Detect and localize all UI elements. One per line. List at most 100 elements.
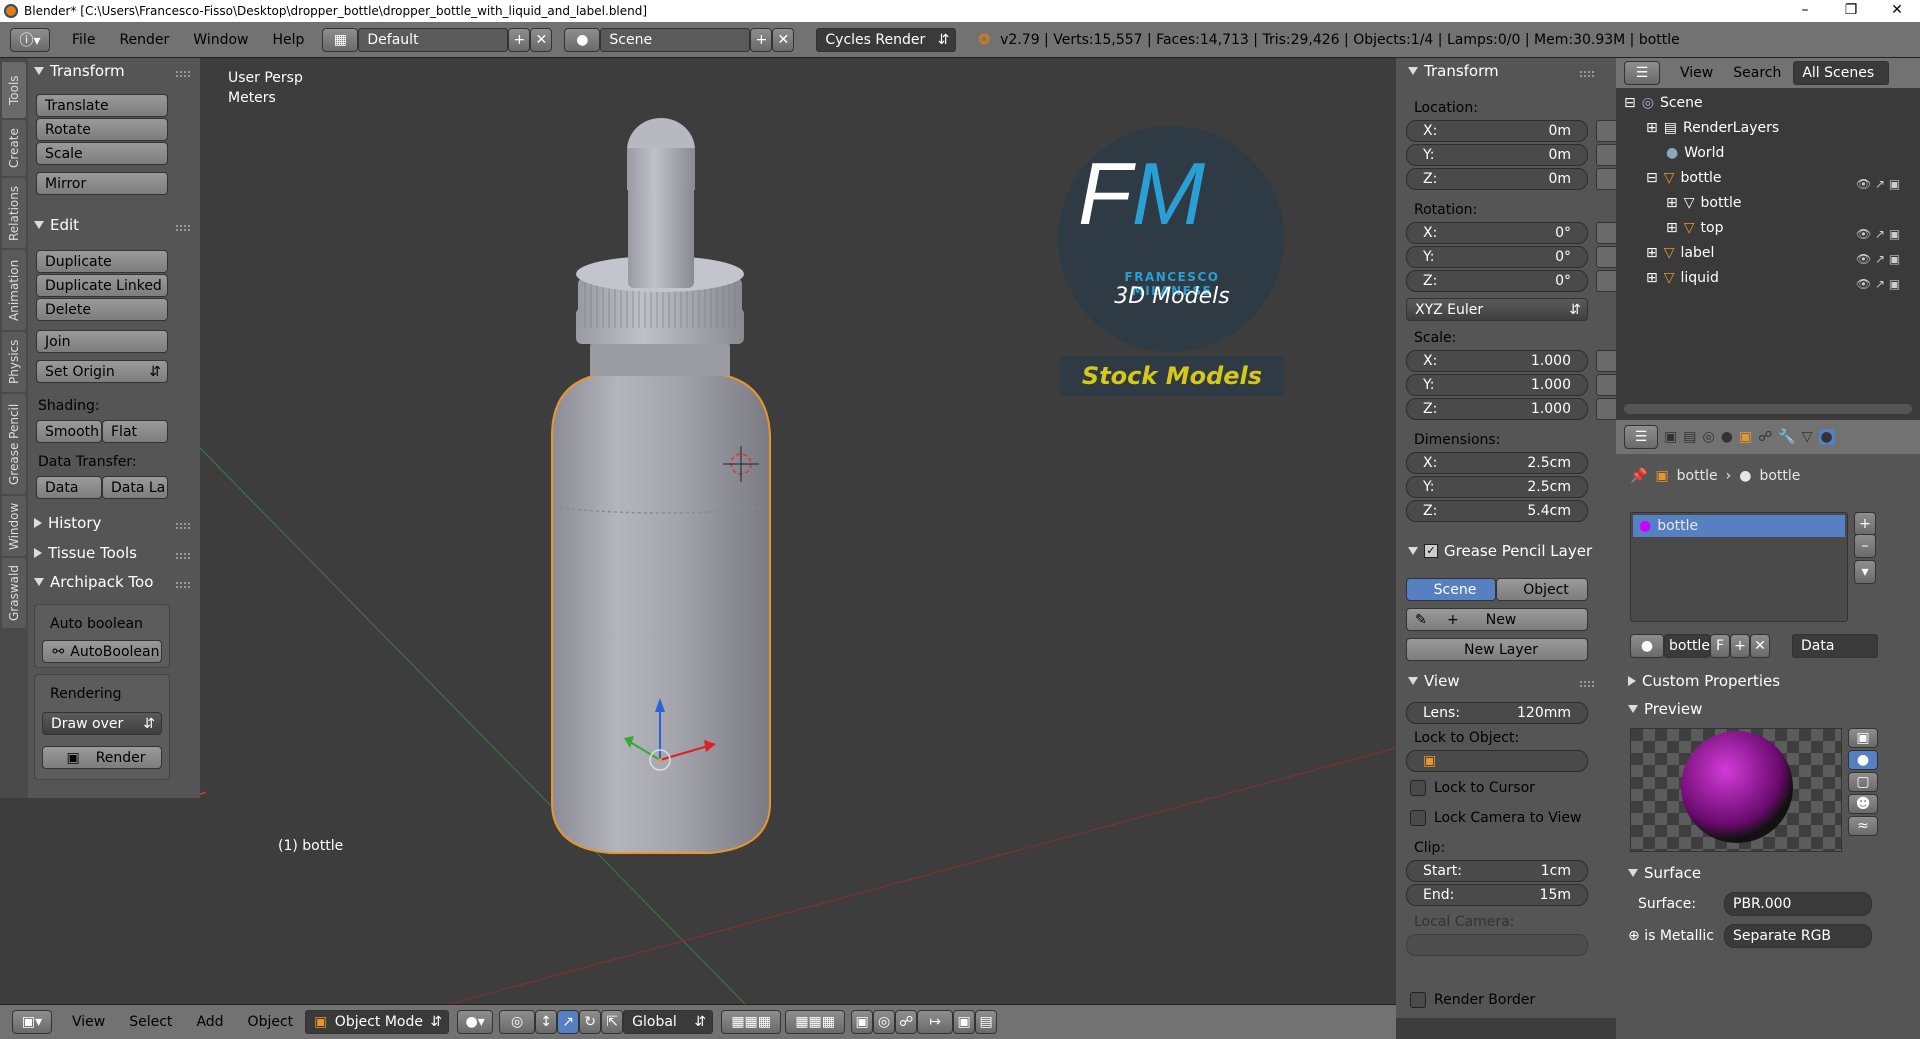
material-name-field[interactable]: bottle — [1664, 634, 1710, 658]
outliner-item-bottle[interactable]: ⊟ ▽ bottle — [1646, 167, 1721, 189]
lock-icon[interactable] — [1596, 168, 1616, 190]
drag-grip-icon[interactable] — [1580, 71, 1594, 77]
drag-grip-icon[interactable] — [176, 553, 190, 559]
duplicate-button[interactable]: Duplicate — [36, 250, 168, 273]
viewport-editor-icon[interactable]: ▣▾ — [12, 1010, 52, 1034]
tissue-panel-header[interactable]: Tissue Tools — [34, 544, 137, 562]
outliner-scrollbar[interactable] — [1624, 404, 1912, 414]
lock-object-field[interactable]: ▣ — [1406, 750, 1588, 772]
add-layout-icon[interactable]: + — [508, 27, 531, 52]
fake-user-button[interactable]: F — [1710, 634, 1730, 658]
archipack-panel-header[interactable]: Archipack Too — [34, 573, 153, 591]
lock-icon[interactable] — [1596, 398, 1616, 420]
custom-properties-header[interactable]: Custom Properties — [1628, 672, 1780, 690]
clip-start-field[interactable]: Start: 1cm — [1406, 860, 1588, 882]
dimension-z-field[interactable]: Z: 5.4cm — [1406, 500, 1588, 522]
drag-grip-icon[interactable] — [176, 523, 190, 529]
lock-camera-checkbox[interactable] — [1410, 810, 1426, 826]
drag-grip-icon[interactable] — [176, 71, 190, 77]
gp-new-layer-button[interactable]: New Layer — [1406, 638, 1588, 661]
data-button[interactable]: Data — [36, 476, 102, 499]
lock-icon[interactable] — [1596, 120, 1616, 142]
new-material-icon[interactable]: + — [1730, 634, 1750, 658]
drag-grip-icon[interactable] — [176, 582, 190, 588]
object-tab-icon[interactable]: ▣ — [1739, 429, 1752, 445]
transform-n-header[interactable]: Transform — [1408, 62, 1499, 80]
gp-new-button[interactable]: ✎ + New — [1406, 608, 1588, 631]
editor-type-button[interactable]: ⓘ▾ — [10, 27, 50, 52]
add-slot-icon[interactable]: + — [1854, 512, 1876, 536]
menu-select[interactable]: Select — [117, 1014, 184, 1030]
clip-end-field[interactable]: End: 15m — [1406, 884, 1588, 906]
scale-button[interactable]: Scale — [36, 142, 168, 165]
modifiers-tab-icon[interactable]: 🔧 — [1778, 429, 1795, 445]
location-z-field[interactable]: Z: 0m — [1406, 168, 1588, 190]
eye-icon[interactable]: 👁 ↗ ▣ — [1856, 222, 1900, 247]
material-browse-icon[interactable]: ● — [1630, 634, 1664, 658]
visibility-icons[interactable]: 👁 ↗ ▣ 👁 ↗ ▣ 👁 ↗ ▣ 👁 ↗ ▣ — [1856, 172, 1900, 297]
rotate-button[interactable]: Rotate — [36, 118, 168, 141]
layout-icon-button[interactable]: ▦ — [322, 27, 359, 52]
translate-manip-icon[interactable]: ↗ — [557, 1010, 580, 1034]
outliner-item-world[interactable]: ● World — [1666, 142, 1724, 164]
render-tab-icon[interactable]: ▣ — [1664, 429, 1677, 445]
constraints-tab-icon[interactable]: ☍ — [1758, 429, 1772, 445]
menu-window[interactable]: Window — [181, 32, 260, 48]
eye-icon[interactable] — [1856, 197, 1900, 222]
location-y-field[interactable]: Y: 0m — [1406, 144, 1588, 166]
autoboolean-button[interactable]: ⚯ AutoBoolean — [42, 640, 162, 663]
preview-monkey-icon[interactable]: ☻ — [1848, 794, 1878, 814]
world-tab-icon[interactable]: ● — [1721, 429, 1733, 445]
preview-sphere-icon[interactable]: ● — [1848, 750, 1878, 770]
checkbox-checked-icon[interactable]: ✓ — [1424, 544, 1438, 558]
tab-window[interactable]: Window — [2, 496, 26, 556]
drag-grip-icon[interactable] — [176, 225, 190, 231]
tab-graswald[interactable]: Graswald — [2, 558, 26, 628]
scene-tab-icon[interactable]: ◎ — [1702, 429, 1714, 445]
dimension-x-field[interactable]: X: 2.5cm — [1406, 452, 1588, 474]
scale-z-field[interactable]: Z: 1.000 — [1406, 398, 1588, 420]
scene-field[interactable]: Scene — [600, 27, 751, 52]
minimize-button[interactable]: – — [1782, 0, 1828, 22]
edit-panel-header[interactable]: Edit — [34, 216, 79, 234]
tab-relations[interactable]: Relations — [2, 178, 26, 248]
outliner-item-bottle-mesh[interactable]: ⊞ ▽ bottle — [1666, 192, 1741, 214]
lock-icon[interactable] — [1596, 246, 1616, 268]
preview-cube-icon[interactable]: ▢ — [1848, 772, 1878, 792]
outliner-item-scene[interactable]: ⊟ ◎ Scene — [1624, 92, 1703, 114]
outliner-item-renderlayers[interactable]: ⊞ ▤ RenderLayers — [1646, 117, 1779, 139]
layout-field[interactable]: Default — [358, 27, 509, 52]
eye-icon[interactable]: 👁 ↗ ▣ — [1856, 247, 1900, 272]
lock-icon[interactable] — [1596, 144, 1616, 166]
join-button[interactable]: Join — [36, 330, 168, 353]
eye-icon[interactable]: 👁 ↗ ▣ — [1856, 272, 1900, 297]
delete-layout-icon[interactable]: ✕ — [530, 27, 553, 52]
set-origin-select[interactable]: Set Origin ⇵ — [36, 360, 168, 383]
maximize-button[interactable]: ❐ — [1828, 0, 1874, 22]
layers-tab-icon[interactable]: ▤ — [1683, 429, 1696, 445]
delete-button[interactable]: Delete — [36, 298, 168, 321]
layer-lock-icon[interactable]: ▣ — [851, 1010, 874, 1034]
tab-physics[interactable]: Physics — [2, 332, 26, 392]
menu-object[interactable]: Object — [236, 1014, 306, 1030]
scale-manip-icon[interactable]: ⇱ — [601, 1010, 624, 1034]
snap-toggle-icon[interactable]: ☍ — [895, 1010, 918, 1034]
render-button[interactable]: ▣ Render — [42, 746, 162, 769]
pin-icon[interactable]: 📌 — [1630, 468, 1647, 484]
outliner-item-liquid[interactable]: ⊞ ▽ liquid — [1646, 267, 1719, 289]
outliner-editor-icon[interactable]: ☰ — [1624, 61, 1660, 85]
eye-icon[interactable]: 👁 ↗ ▣ — [1856, 172, 1900, 197]
render-engine-select[interactable]: Cycles Render ⇵ — [816, 27, 957, 52]
mode-select[interactable]: ▣ Object Mode ⇵ — [305, 1010, 450, 1034]
proportional-edit-icon[interactable]: ◎ — [873, 1010, 896, 1034]
lock-icon[interactable] — [1596, 222, 1616, 244]
rotation-mode-select[interactable]: XYZ Euler ⇵ — [1406, 298, 1588, 321]
unlink-material-icon[interactable]: ✕ — [1750, 634, 1770, 658]
scale-x-field[interactable]: X: 1.000 — [1406, 350, 1588, 372]
menu-render[interactable]: Render — [107, 32, 181, 48]
render-border-checkbox[interactable] — [1410, 992, 1426, 1008]
rotation-y-field[interactable]: Y: 0° — [1406, 246, 1588, 268]
smooth-button[interactable]: Smooth — [36, 420, 102, 443]
lock-icon[interactable] — [1596, 270, 1616, 292]
lock-icon[interactable] — [1596, 374, 1616, 396]
